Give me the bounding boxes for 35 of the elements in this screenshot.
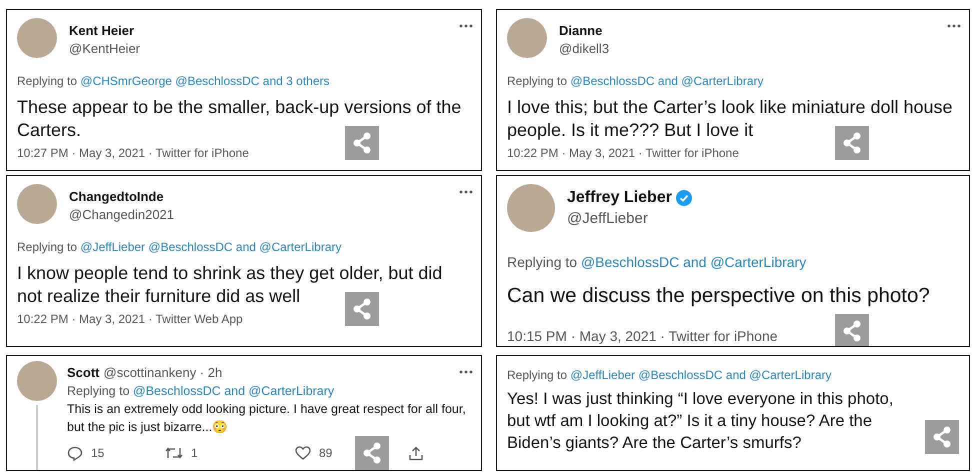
tweet-text: This is an extremely odd looking picture. I have great respect for all four, but the pic is just bizarre...😳 (67, 401, 467, 436)
display-name: ChangedtoInde (69, 189, 164, 204)
replying-to-text: Replying to @JeffLieber @BeschlossDC and @CarterLibrary (507, 368, 832, 382)
user-handle: @scottinankeny · 2h (104, 365, 222, 380)
mention-link[interactable]: @JeffLieber @BeschlossDC and @CarterLibrary (80, 240, 342, 254)
display-name: Scott (67, 365, 100, 380)
display-name: Dianne (559, 23, 602, 38)
mention-link[interactable]: @BeschlossDC and @CarterLibrary (580, 254, 806, 270)
tweet-timestamp: 10:22 PM · May 3, 2021 · Twitter for iPhone (507, 146, 740, 160)
tweet-text: Can we discuss the perspective on this photo? (507, 283, 931, 309)
replying-to-text: Replying to @CHSmrGeorge @BeschlossDC and 3 others (17, 74, 331, 88)
user-handle: @JeffLieber (567, 210, 649, 227)
user-handle: @KentHeier (69, 41, 140, 56)
user-handle: @Changedin2021 (69, 207, 174, 222)
reply-count: 15 (91, 446, 104, 460)
display-name: Kent Heier (69, 23, 134, 38)
display-name: Jeffrey Lieber (567, 189, 672, 207)
replying-to-text: Replying to @BeschlossDC and @CarterLibrary (67, 384, 336, 398)
replying-to-text: Replying to @JeffLieber @BeschlossDC and @CarterLibrary (17, 240, 342, 254)
tweet-timestamp: 10:15 PM · May 3, 2021 · Twitter for iPhone (507, 328, 779, 344)
tweet-text: I know people tend to shrink as they get older, but did not realize their furniture did as well (17, 262, 444, 308)
mention-link[interactable]: @JeffLieber @BeschlossDC and @CarterLibrary (570, 368, 832, 382)
like-count: 89 (319, 446, 332, 460)
tweet-timestamp: 10:27 PM · May 3, 2021 · Twitter for iPhone (17, 146, 250, 160)
mention-link[interactable]: @CHSmrGeorge @BeschlossDC and 3 others (80, 74, 330, 88)
tweet-text: Yes! I was just thinking “I love everyone in this photo, but wtf am I looking at?” Is it a tiny house? Are the Biden’s giants? Are the Carter’s smurfs? (507, 389, 894, 454)
tweet-text: I love this; but the Carter’s look like miniature doll house people. Is it me??? But I love it (507, 96, 954, 142)
tweet-timestamp: 10:22 PM · May 3, 2021 · Twitter Web App (17, 312, 244, 326)
tweet-text: These appear to be the smaller, back-up versions of the Carters. (17, 96, 462, 142)
mention-link[interactable]: @BeschlossDC and @CarterLibrary (133, 384, 334, 398)
replying-to-text: Replying to @BeschlossDC and @CarterLibrary (507, 74, 764, 88)
replying-to-text: Replying to @BeschlossDC and @CarterLibrary (507, 254, 808, 270)
user-handle: @dikell3 (559, 41, 610, 56)
mention-link[interactable]: @BeschlossDC and @CarterLibrary (570, 74, 764, 88)
retweet-count: 1 (191, 446, 198, 460)
